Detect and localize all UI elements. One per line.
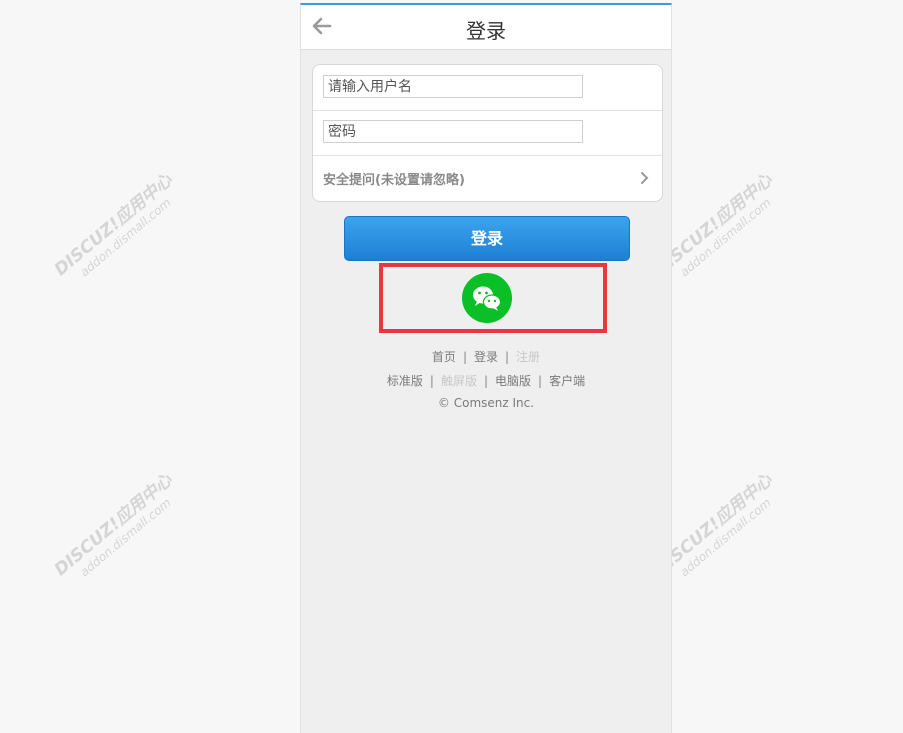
login-button[interactable]: 登录 xyxy=(344,216,630,261)
watermark: DISCUZ!应用中心 addon.dismall.com xyxy=(50,470,177,581)
username-row xyxy=(313,65,662,111)
password-row xyxy=(313,110,662,156)
watermark: DISCUZ!应用中心 addon.dismall.com xyxy=(650,170,777,281)
password-input[interactable] xyxy=(323,120,583,143)
watermark: DISCUZ!应用中心 addon.dismall.com xyxy=(650,470,777,581)
footer-links-versions: 标准版 | 触屏版 | 电脑版 | 客户端 xyxy=(386,374,586,388)
mobile-page: 登录 安全提问(未设置请忽略) 登录 首页|登录|注册 xyxy=(300,3,672,733)
footer-link-touch[interactable]: 触屏版 xyxy=(441,374,477,388)
username-input[interactable] xyxy=(323,75,583,98)
login-form: 安全提问(未设置请忽略) xyxy=(312,64,663,202)
copyright: © Comsenz Inc. xyxy=(437,396,535,410)
footer-link-register[interactable]: 注册 xyxy=(516,350,540,364)
security-question-select[interactable]: 安全提问(未设置请忽略) xyxy=(313,156,662,201)
wechat-icon xyxy=(473,286,502,311)
footer-link-desktop[interactable]: 电脑版 xyxy=(495,374,531,388)
page-title: 登录 xyxy=(466,19,506,43)
footer-links-primary: 首页 | 登录 | 注册 xyxy=(431,350,541,364)
footer-link-home[interactable]: 首页 xyxy=(432,350,456,364)
footer-link-login[interactable]: 登录 xyxy=(474,350,498,364)
footer-link-standard[interactable]: 标准版 xyxy=(387,374,423,388)
header-bar: 登录 xyxy=(301,5,671,50)
chevron-right-icon xyxy=(641,172,649,184)
footer-link-client[interactable]: 客户端 xyxy=(549,374,585,388)
wechat-login-button[interactable] xyxy=(462,273,512,323)
security-question-label: 安全提问(未设置请忽略) xyxy=(323,173,465,188)
watermark: DISCUZ!应用中心 addon.dismall.com xyxy=(50,170,177,281)
